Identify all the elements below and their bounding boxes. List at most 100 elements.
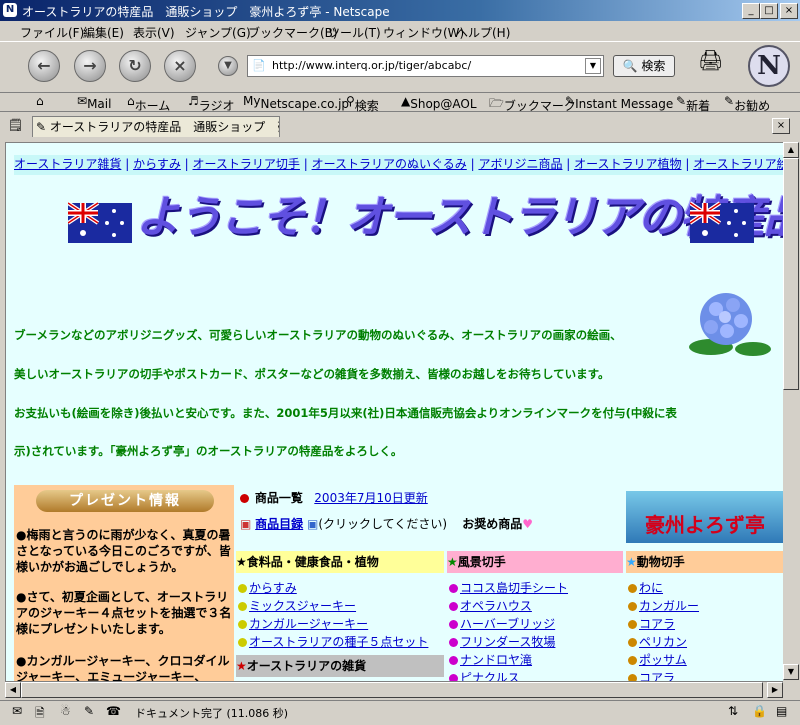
item-flinders[interactable]: フリンダース牧場 xyxy=(449,633,555,650)
menu-help[interactable]: ヘルプ(H) xyxy=(456,24,510,41)
dropdown-circle-icon[interactable]: ▼ xyxy=(218,56,238,76)
menu-file[interactable]: ファイル(F) xyxy=(20,24,84,41)
url-text: http://www.interq.or.jp/tiger/abcabc/ xyxy=(272,59,472,72)
menu-bookmarks[interactable]: ブックマーク(B) xyxy=(248,24,338,41)
intro-paragraph-2: 美しいオーストラリアの切手やポストカード、ポスターなどの雑貨を多数揃え、皆様のお… xyxy=(14,367,610,381)
netscape-app-icon: N xyxy=(3,3,17,17)
item-mix-jerky[interactable]: ミックスジャーキー xyxy=(238,597,356,614)
personal-item-im[interactable]: ✎ Instant Message xyxy=(565,94,673,111)
item-nandroya[interactable]: ナンドロヤ滝 xyxy=(449,651,532,668)
personal-item-shop[interactable]: ▲ Shop@AOL xyxy=(401,94,477,111)
vertical-scroll-thumb[interactable] xyxy=(783,158,799,390)
tab-current[interactable]: ✎ オーストラリアの特産品 通販ショップ 豪州よ... xyxy=(32,116,280,137)
cube-icon-2: ▣ xyxy=(307,517,319,531)
menu-bar: ファイル(F) 編集(E) 表示(V) ジャンプ(G) ブックマーク(B) ツー… xyxy=(0,21,800,41)
link-stamps[interactable]: オーストラリア切手 xyxy=(193,157,300,171)
star-icon: ★ xyxy=(236,659,247,673)
personal-item-radio[interactable]: ♬ ラジオ xyxy=(188,94,235,113)
security-lock-icon: 🔒 xyxy=(752,704,767,718)
present-line-1: ●梅雨と言うのに雨が少なく、真夏の暑さとなっている今日このごろですが、皆様いかが… xyxy=(16,528,231,574)
personal-item-bookmarks[interactable]: 🗁 ブックマーク xyxy=(489,94,576,115)
home-tab-icon[interactable]: ⌂ xyxy=(36,94,44,108)
horizontal-scroll-thumb[interactable] xyxy=(21,682,763,698)
search-button[interactable]: 🔍 検索 xyxy=(613,55,675,77)
present-info-title: プレゼント情報 xyxy=(36,490,214,512)
star-icon: ★ xyxy=(447,555,458,569)
close-tab-icon[interactable]: × xyxy=(772,118,790,134)
aim-status-icon[interactable]: ☃ xyxy=(60,704,71,718)
section-animal-stamps-header: ★動物切手 xyxy=(626,551,784,573)
hydrangea-image xyxy=(689,293,771,356)
item-possum[interactable]: ポッサム xyxy=(628,651,687,668)
stop-icon[interactable]: × xyxy=(164,50,196,82)
page-content: オーストラリア雑貨 | からすみ | オーストラリア切手 | オーストラリアのぬ… xyxy=(5,142,785,682)
item-crocodile[interactable]: わに xyxy=(628,579,663,596)
maximize-button[interactable]: □ xyxy=(760,3,778,19)
updated-date-link[interactable]: 2003年7月10日更新 xyxy=(314,491,427,505)
page-icon: 📄 xyxy=(252,59,266,72)
url-input[interactable]: 📄 http://www.interq.or.jp/tiger/abcabc/ … xyxy=(247,55,604,77)
personal-item-netscape[interactable]: My Netscape.co.jp xyxy=(243,94,349,111)
item-harbour-bridge[interactable]: ハーバーブリッジ xyxy=(449,615,555,632)
personal-item-search[interactable]: ⚲ 検索 xyxy=(346,94,379,113)
menu-window[interactable]: ウィンドウ(W) xyxy=(383,24,464,41)
bookmarks-status-icon[interactable]: 🗎 xyxy=(35,704,45,725)
mail-status-icon[interactable]: ✉ xyxy=(12,704,22,718)
scroll-up-icon[interactable]: ▲ xyxy=(783,142,799,158)
personal-item-recommend[interactable]: ✎ お勧め xyxy=(724,94,770,113)
tab-page-icon: ✎ xyxy=(36,120,47,134)
print-icon[interactable]: 🖨 xyxy=(698,48,728,74)
shop-logo[interactable]: 豪州よろず亭 xyxy=(626,491,784,543)
addressbook-status-icon[interactable]: ☎ xyxy=(106,704,121,718)
netscape-logo[interactable]: N xyxy=(748,45,790,87)
item-kangaroo[interactable]: カンガルー xyxy=(628,597,699,614)
link-plush[interactable]: オーストラリアのぬいぐるみ xyxy=(312,157,467,171)
close-button[interactable]: × xyxy=(780,3,798,19)
item-koala-2[interactable]: コアラ xyxy=(628,669,675,681)
sidebar-toggle-icon[interactable]: 🗒 xyxy=(8,118,23,132)
search-button-label: 検索 xyxy=(641,59,666,73)
menu-edit[interactable]: 編集(E) xyxy=(83,24,124,41)
personal-item-home[interactable]: ⌂ ホーム xyxy=(127,94,170,113)
url-dropdown-icon[interactable]: ▼ xyxy=(585,58,601,74)
item-koala[interactable]: コアラ xyxy=(628,615,675,632)
item-pelican[interactable]: ペリカン xyxy=(628,633,687,650)
catalog-links: ▣ 商品目録 ▣(クリックしてください) お奨め商品♥ xyxy=(240,515,533,532)
horizontal-scrollbar[interactable]: ◀ ▶ xyxy=(5,682,783,698)
link-australia-goods[interactable]: オーストラリア雑貨 xyxy=(14,157,121,171)
star-icon: ★ xyxy=(236,555,247,569)
title-bar: N オーストラリアの特産品 通販ショップ 豪州よろず亭 - Netscape _… xyxy=(0,0,800,21)
star-icon: ★ xyxy=(626,555,637,569)
link-paintings[interactable]: オーストラリア絵画 xyxy=(693,157,784,171)
forward-icon[interactable]: → xyxy=(74,50,106,82)
tab-label: オーストラリアの特産品 通販ショップ 豪州よ... xyxy=(49,120,279,134)
vertical-scrollbar[interactable]: ▲ ▼ xyxy=(783,142,799,682)
item-cocos[interactable]: ココス島切手シート xyxy=(449,579,568,596)
menu-go[interactable]: ジャンプ(G) xyxy=(185,24,251,41)
scroll-left-icon[interactable]: ◀ xyxy=(5,682,21,698)
reload-icon[interactable]: ↻ xyxy=(119,50,151,82)
link-karasumi[interactable]: からすみ xyxy=(133,157,181,171)
status-bar: ✉ 🗎 ☃ ✎ ☎ ドキュメント完了 (11.086 秒) ⇅ 🔒 ▤ xyxy=(0,700,800,721)
item-seeds[interactable]: オーストラリアの種子５点セット xyxy=(238,633,428,650)
intro-paragraph-1: ブーメランなどのアボリジニグッズ、可愛らしいオーストラリアの動物のぬいぐるみ、オ… xyxy=(14,328,622,342)
item-opera-house[interactable]: オペラハウス xyxy=(449,597,532,614)
intro-paragraph-4: 示)されています。「豪州よろず亭」のオーストラリアの特産品をよろしく。 xyxy=(14,444,403,458)
item-kangaroo-jerky[interactable]: カンガルージャーキー xyxy=(238,615,368,632)
minimize-button[interactable]: _ xyxy=(742,3,760,19)
back-icon[interactable]: ← xyxy=(28,50,60,82)
top-nav-links: オーストラリア雑貨 | からすみ | オーストラリア切手 | オーストラリアのぬ… xyxy=(14,155,784,175)
link-plants[interactable]: オーストラリア植物 xyxy=(574,157,681,171)
personal-item-new[interactable]: ✎ 新着 xyxy=(676,94,710,113)
composer-status-icon[interactable]: ✎ xyxy=(84,704,94,718)
item-pinnacles[interactable]: ピナクルス xyxy=(449,669,520,681)
menu-view[interactable]: 表示(V) xyxy=(133,24,175,41)
scroll-right-icon[interactable]: ▶ xyxy=(767,682,783,698)
menu-tools[interactable]: ツール(T) xyxy=(328,24,381,41)
scroll-down-icon[interactable]: ▼ xyxy=(783,664,799,680)
catalog-list-link[interactable]: 商品目録 xyxy=(255,517,303,531)
section-landscape-stamps-header: ★風景切手 xyxy=(447,551,623,573)
personal-item-mail[interactable]: ✉ Mail xyxy=(77,94,111,111)
link-aboriginal[interactable]: アボリジニ商品 xyxy=(478,157,562,171)
item-karasumi[interactable]: からすみ xyxy=(238,579,297,596)
